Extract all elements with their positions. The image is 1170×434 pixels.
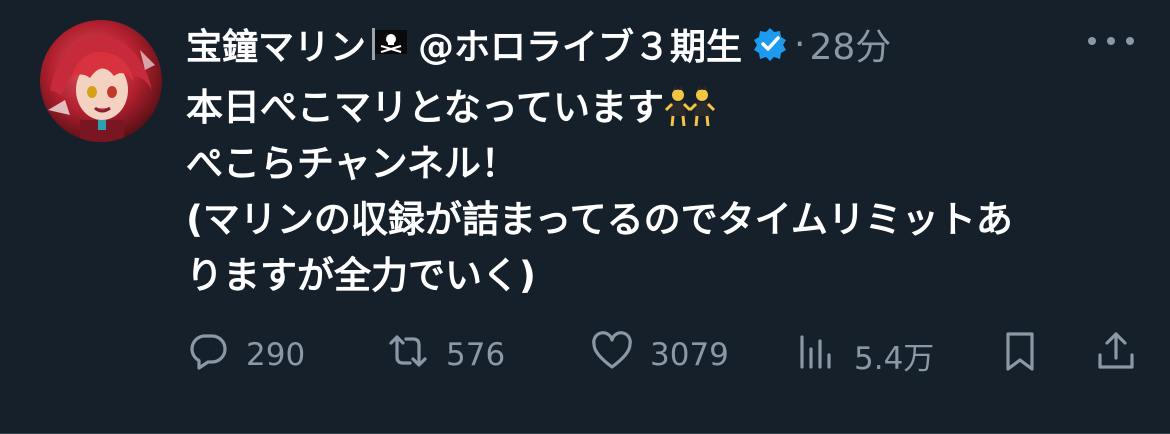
tweet-text: 本日ぺこマリとなっています ぺこらチャンネル！ (マリンの収録が詰まってるのでタ…: [186, 80, 1136, 304]
pirate-flag-icon: [370, 26, 410, 62]
tweet-line-4: りますが全力でいく): [186, 254, 536, 297]
retweet-icon: [386, 329, 430, 381]
handle[interactable]: @ホロライブ３期生: [418, 18, 742, 70]
dancers-emoji-icon: [664, 86, 718, 127]
avatar[interactable]: [40, 20, 162, 142]
separator-dot: ·: [794, 23, 806, 65]
action-bar: 290 576 3079 5.4万: [186, 330, 1136, 380]
display-name[interactable]: 宝鐘マリン: [186, 18, 366, 70]
views-button[interactable]: 5.4万: [794, 330, 934, 380]
tweet-line-1: 本日ぺこマリとなっています: [186, 86, 665, 129]
tweet-line: 本日ぺこマリとなっています: [186, 80, 1136, 136]
views-icon: [794, 329, 838, 381]
share-icon: [1094, 329, 1138, 381]
verified-badge-icon: [752, 26, 788, 62]
reply-icon: [186, 329, 230, 381]
like-button[interactable]: 3079: [590, 330, 729, 380]
tweet[interactable]: 宝鐘マリン @ホロライブ３期生 · 28分 本日ぺこマリとなっています ぺこらチ…: [0, 0, 1170, 434]
timestamp[interactable]: 28分: [809, 18, 891, 70]
reply-button[interactable]: 290: [186, 330, 305, 380]
more-icon[interactable]: [1088, 24, 1134, 58]
tweet-line-2: ぺこらチャンネル！: [186, 142, 518, 185]
tweet-header: 宝鐘マリン @ホロライブ３期生 · 28分: [186, 18, 891, 70]
share-button[interactable]: [1094, 330, 1138, 380]
retweet-button[interactable]: 576: [386, 330, 505, 380]
retweet-count: 576: [446, 337, 506, 373]
like-icon: [590, 329, 634, 381]
like-count: 3079: [650, 337, 729, 373]
views-count: 5.4万: [854, 340, 935, 377]
bookmark-icon: [998, 329, 1042, 381]
bookmark-button[interactable]: [998, 330, 1042, 380]
tweet-line-3: (マリンの収録が詰まってるのでタイムリミットあ: [186, 198, 1013, 241]
reply-count: 290: [246, 337, 306, 373]
